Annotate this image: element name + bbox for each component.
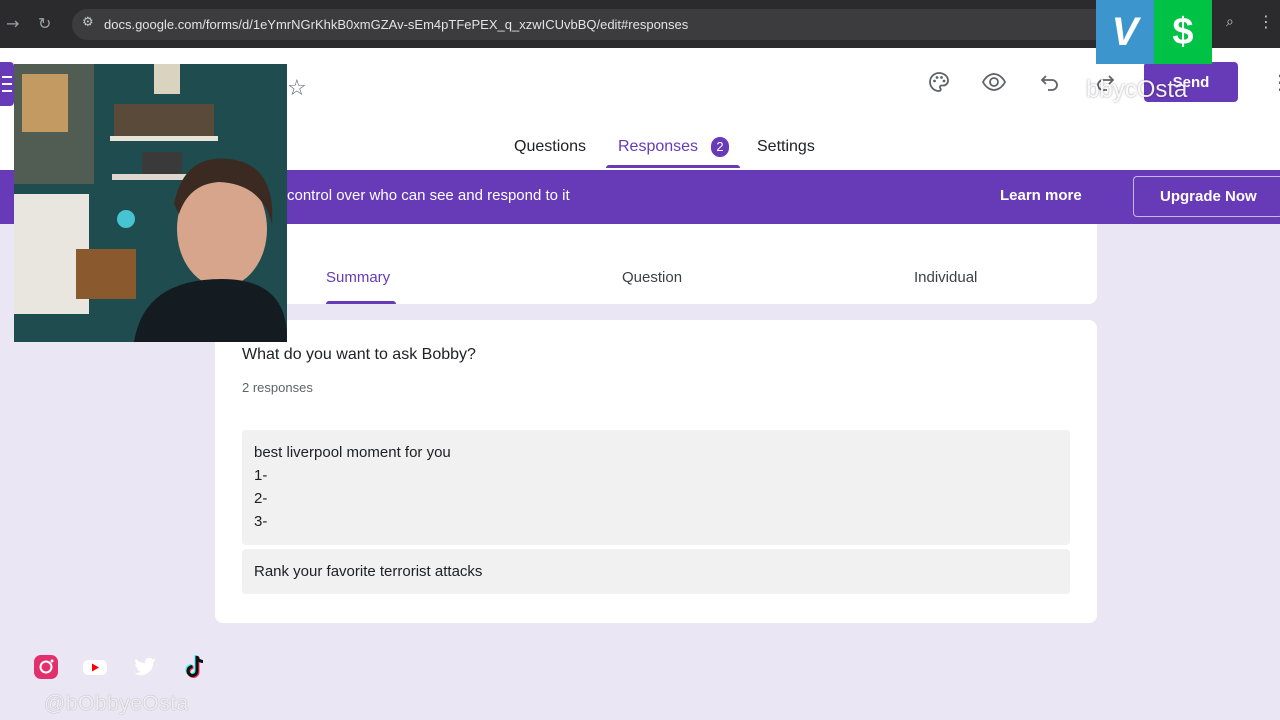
- tab-questions[interactable]: Questions: [514, 138, 586, 156]
- response-count: 2 responses: [242, 380, 313, 395]
- undo-icon[interactable]: [1036, 68, 1064, 96]
- active-tab-indicator: [606, 165, 740, 168]
- webcam-overlay: [14, 64, 287, 342]
- instagram-icon: [32, 653, 60, 681]
- response-line: 1-: [254, 467, 268, 484]
- cashapp-logo: $: [1154, 0, 1212, 64]
- response-line: 2-: [254, 490, 268, 507]
- question-title: What do you want to ask Bobby?: [242, 346, 476, 363]
- banner-message: control over who can see and respond to …: [287, 187, 570, 204]
- response-line: best liverpool moment for you: [254, 444, 451, 461]
- tune-icon[interactable]: ⚙: [82, 15, 94, 30]
- arrow-right-icon[interactable]: →: [6, 14, 19, 34]
- learn-more-link[interactable]: Learn more: [1000, 187, 1082, 204]
- browser-menu-icon[interactable]: ⋮: [1258, 12, 1274, 31]
- address-bar[interactable]: ⚙ docs.google.com/forms/d/1eYmrNGrKhkB0x…: [72, 9, 1202, 40]
- reload-icon[interactable]: ↻: [38, 14, 51, 34]
- response-line: 3-: [254, 513, 268, 530]
- search-tab-icon[interactable]: ⌕: [1226, 14, 1234, 30]
- url-text[interactable]: docs.google.com/forms/d/1eYmrNGrKhkB0xmG…: [104, 17, 688, 32]
- tab-summary[interactable]: Summary: [326, 269, 390, 286]
- response-line: Rank your favorite terrorist attacks: [254, 563, 483, 580]
- tab-responses[interactable]: Responses: [618, 138, 698, 156]
- tab-settings[interactable]: Settings: [757, 138, 815, 156]
- tab-question[interactable]: Question: [622, 269, 682, 286]
- active-subtab-indicator: [326, 301, 396, 304]
- twitter-icon: [131, 653, 159, 681]
- preview-eye-icon[interactable]: [980, 68, 1008, 96]
- streamer-handle-overlay: bbycOsta: [1086, 76, 1188, 103]
- responses-count-badge: 2: [711, 137, 729, 157]
- responses-view-card: [215, 224, 1097, 304]
- star-icon[interactable]: ☆: [287, 76, 307, 101]
- venmo-logo: V: [1096, 0, 1154, 64]
- browser-toolbar: → ↻ ⚙ docs.google.com/forms/d/1eYmrNGrKh…: [0, 0, 1280, 48]
- tab-individual[interactable]: Individual: [914, 269, 977, 286]
- main-menu-icon[interactable]: [0, 62, 14, 106]
- upgrade-now-button[interactable]: Upgrade Now: [1133, 176, 1280, 217]
- tiktok-icon: [181, 653, 209, 681]
- more-vert-icon[interactable]: ⋮: [1270, 70, 1280, 94]
- palette-icon[interactable]: [925, 68, 953, 96]
- social-handle-overlay: @bObbyeOsta: [44, 692, 189, 715]
- youtube-icon: [81, 653, 109, 681]
